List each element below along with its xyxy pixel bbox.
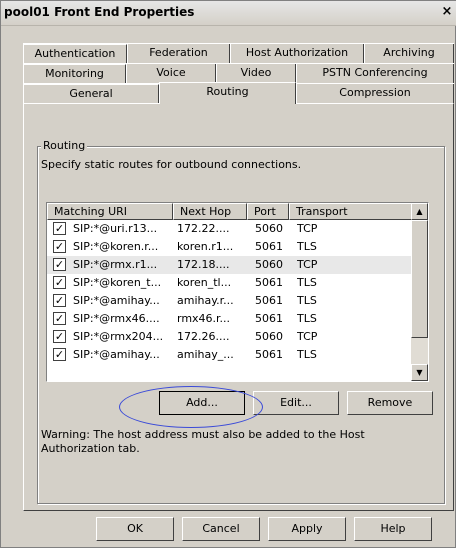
- cell-matching-uri: SIP:*@uri.r13...: [73, 222, 158, 235]
- cell-matching-uri: SIP:*@amihay...: [73, 294, 160, 307]
- cell-next-hop: 172.18....: [177, 258, 230, 271]
- arrow-up-icon[interactable]: ▲: [411, 203, 428, 220]
- cell-port: 5060: [255, 330, 283, 343]
- column-port[interactable]: Port: [247, 203, 289, 220]
- tab-voice[interactable]: Voice: [126, 64, 216, 83]
- cell-matching-uri: SIP:*@rmx204...: [73, 330, 164, 343]
- table-row[interactable]: ✓ SIP:*@koren.r... koren.r1... 5061 TLS: [47, 238, 412, 256]
- cell-port: 5061: [255, 312, 283, 325]
- tab-federation[interactable]: Federation: [127, 44, 230, 63]
- table-row[interactable]: ✓ SIP:*@amihay... amihay_... 5061 TLS: [47, 346, 412, 364]
- cell-matching-uri: SIP:*@amihay...: [73, 348, 160, 361]
- cell-port: 5060: [255, 222, 283, 235]
- cell-next-hop: 172.22....: [177, 222, 230, 235]
- remove-button-label: Remove: [367, 396, 413, 409]
- tab-row-3: General Routing Compression: [23, 82, 454, 104]
- tab-general[interactable]: General: [23, 84, 159, 103]
- checkmark-icon[interactable]: ✓: [53, 276, 66, 289]
- cell-transport: TLS: [297, 312, 317, 325]
- cell-port: 5061: [255, 276, 283, 289]
- checkmark-icon[interactable]: ✓: [53, 258, 66, 271]
- column-transport[interactable]: Transport: [289, 203, 412, 220]
- ok-button-label: OK: [127, 522, 143, 535]
- table-row[interactable]: ✓ SIP:*@rmx.r1... 172.18.... 5060 TCP: [47, 256, 412, 274]
- cell-transport: TLS: [297, 240, 317, 253]
- checkmark-icon[interactable]: ✓: [53, 294, 66, 307]
- cell-matching-uri: SIP:*@rmx.r1...: [73, 258, 158, 271]
- list-scrollbar[interactable]: ▲ ▼: [411, 203, 428, 381]
- checkmark-icon[interactable]: ✓: [53, 222, 66, 235]
- tab-pstn-conferencing[interactable]: PSTN Conferencing: [296, 64, 454, 83]
- cell-transport: TLS: [297, 348, 317, 361]
- checkmark-icon[interactable]: ✓: [53, 330, 66, 343]
- table-row[interactable]: ✓ SIP:*@uri.r13... 172.22.... 5060 TCP: [47, 220, 412, 238]
- checkmark-icon[interactable]: ✓: [53, 240, 66, 253]
- cell-port: 5061: [255, 240, 283, 253]
- column-next-hop[interactable]: Next Hop: [173, 203, 247, 220]
- routing-group-label: Routing: [41, 139, 88, 152]
- checkmark-icon[interactable]: ✓: [53, 312, 66, 325]
- cell-transport: TCP: [297, 258, 318, 271]
- close-icon[interactable]: ×: [440, 5, 454, 19]
- title-bar[interactable]: pool01 Front End Properties ×: [1, 1, 456, 26]
- tab-monitoring[interactable]: Monitoring: [23, 64, 126, 83]
- cell-next-hop: 172.26....: [177, 330, 230, 343]
- add-button[interactable]: Add...: [159, 391, 245, 415]
- cancel-button-label: Cancel: [202, 522, 240, 535]
- cancel-button[interactable]: Cancel: [182, 517, 260, 541]
- window-title: pool01 Front End Properties: [4, 5, 195, 19]
- cell-matching-uri: SIP:*@koren.r...: [73, 240, 159, 253]
- scrollbar-thumb[interactable]: [411, 220, 428, 338]
- properties-dialog: pool01 Front End Properties × Authentica…: [0, 0, 456, 548]
- cell-port: 5060: [255, 258, 283, 271]
- tab-archiving[interactable]: Archiving: [364, 44, 454, 63]
- table-row[interactable]: ✓ SIP:*@koren_t... koren_tl... 5061 TLS: [47, 274, 412, 292]
- cell-transport: TLS: [297, 294, 317, 307]
- remove-button[interactable]: Remove: [347, 391, 433, 415]
- cell-port: 5061: [255, 348, 283, 361]
- help-button-label: Help: [380, 522, 406, 535]
- cell-port: 5061: [255, 294, 283, 307]
- cell-matching-uri: SIP:*@koren_t...: [73, 276, 162, 289]
- cell-transport: TCP: [297, 330, 318, 343]
- cell-next-hop: koren.r1...: [177, 240, 234, 253]
- tab-authentication[interactable]: Authentication: [23, 44, 127, 63]
- column-matching-uri[interactable]: Matching URI: [47, 203, 173, 220]
- cell-next-hop: amihay.r...: [177, 294, 234, 307]
- ok-button[interactable]: OK: [96, 517, 174, 541]
- edit-button-label: Edit...: [280, 396, 312, 409]
- apply-button[interactable]: Apply: [268, 517, 346, 541]
- cell-next-hop: amihay_...: [177, 348, 234, 361]
- table-row[interactable]: ✓ SIP:*@amihay... amihay.r... 5061 TLS: [47, 292, 412, 310]
- edit-button[interactable]: Edit...: [253, 391, 339, 415]
- tab-video[interactable]: Video: [216, 64, 296, 83]
- cell-matching-uri: SIP:*@rmx46....: [73, 312, 160, 325]
- tab-compression[interactable]: Compression: [296, 84, 454, 103]
- tab-row-2: Monitoring Voice Video PSTN Conferencing: [23, 63, 454, 83]
- tab-routing[interactable]: Routing: [159, 82, 296, 104]
- tab-row-1: Authentication Federation Host Authoriza…: [23, 43, 454, 63]
- add-button-label: Add...: [186, 396, 218, 409]
- help-button[interactable]: Help: [354, 517, 432, 541]
- cell-transport: TLS: [297, 276, 317, 289]
- apply-button-label: Apply: [291, 522, 323, 535]
- table-row[interactable]: ✓ SIP:*@rmx46.... rmx46.r... 5061 TLS: [47, 310, 412, 328]
- list-header: Matching URI Next Hop Port Transport: [47, 203, 412, 220]
- cell-next-hop: koren_tl...: [177, 276, 232, 289]
- checkmark-icon[interactable]: ✓: [53, 348, 66, 361]
- table-row[interactable]: ✓ SIP:*@rmx204... 172.26.... 5060 TCP: [47, 328, 412, 346]
- cell-transport: TCP: [297, 222, 318, 235]
- tab-host-authorization[interactable]: Host Authorization: [230, 44, 364, 63]
- warning-text: Warning: The host address must also be a…: [41, 428, 365, 455]
- routing-description: Specify static routes for outbound conne…: [41, 158, 302, 171]
- cell-next-hop: rmx46.r...: [177, 312, 231, 325]
- arrow-down-icon[interactable]: ▼: [411, 364, 428, 381]
- routes-list[interactable]: Matching URI Next Hop Port Transport ✓ SI…: [46, 202, 429, 382]
